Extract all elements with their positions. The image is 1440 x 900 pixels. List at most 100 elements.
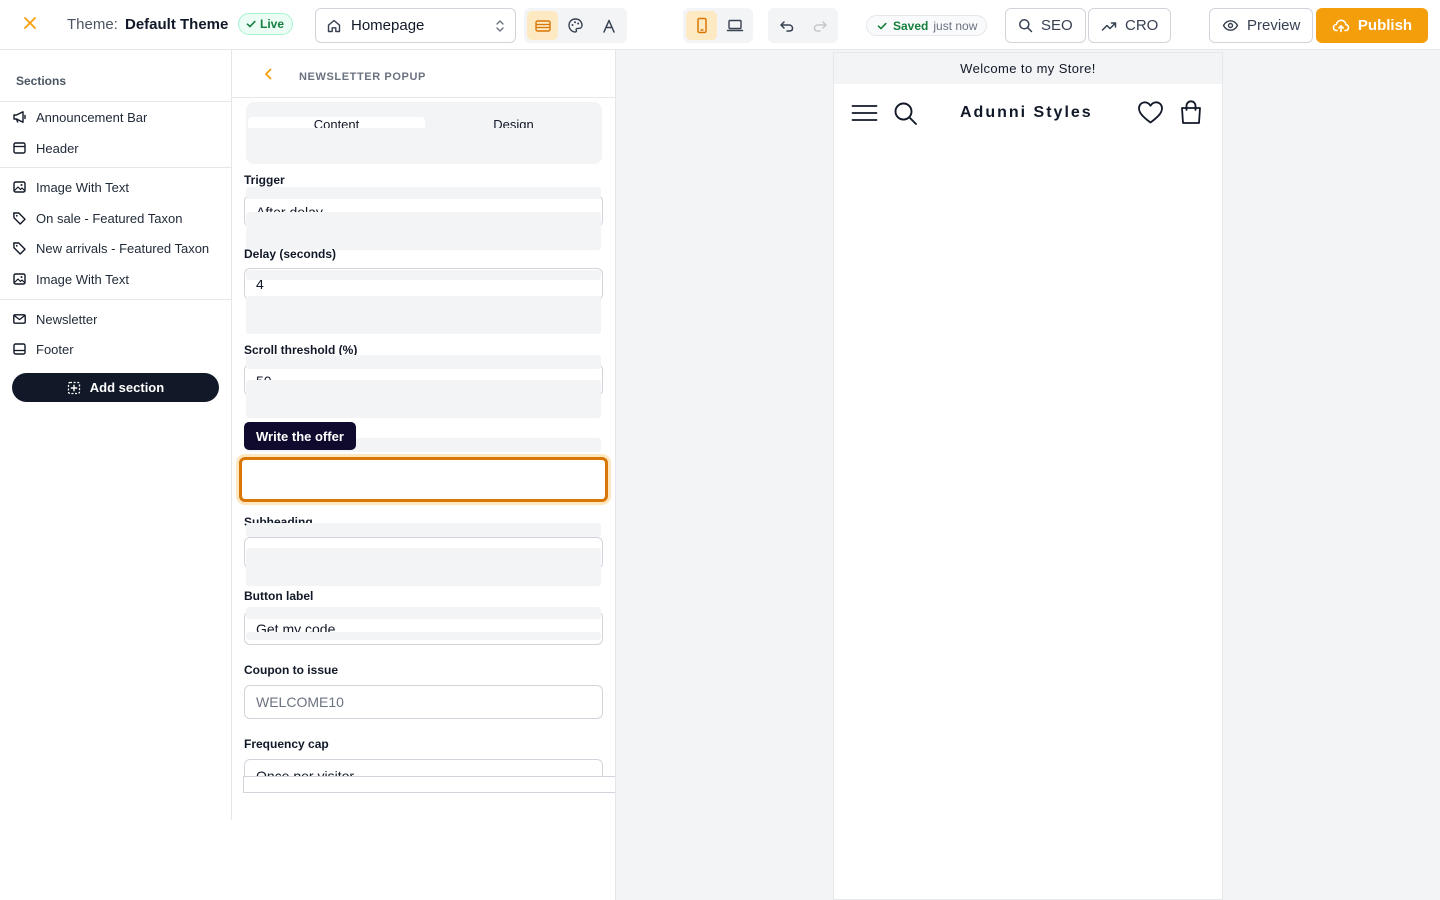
search-icon[interactable] — [893, 101, 918, 131]
sidebar-item-label: On sale - Featured Taxon — [36, 210, 183, 226]
sidebar-item-new-arrivals-featured-taxon[interactable]: New arrivals - Featured Taxon — [12, 235, 222, 261]
sidebar-item-label: Newsletter — [36, 311, 98, 327]
saved-timestamp: just now — [933, 18, 978, 33]
layout-footer-icon — [13, 343, 26, 355]
styles-mode-button[interactable] — [560, 11, 591, 40]
heading-input[interactable] — [239, 457, 608, 502]
check-icon — [877, 22, 887, 29]
loading-skeleton — [246, 296, 601, 334]
megaphone-icon — [13, 111, 26, 123]
sidebar-item-on-sale-featured-taxon[interactable]: On sale - Featured Taxon — [12, 205, 222, 231]
loading-skeleton — [246, 380, 601, 418]
palette-icon — [568, 18, 583, 33]
coupon-label: Coupon to issue — [244, 663, 338, 677]
frequency-cap-select[interactable]: Once per visitor — [244, 759, 603, 777]
publish-button-label: Publish — [1357, 17, 1413, 34]
loading-skeleton — [246, 187, 601, 199]
close-editor-button[interactable] — [18, 12, 42, 36]
cro-button-label: CRO — [1125, 17, 1159, 34]
button-label-label: Button label — [244, 589, 314, 603]
live-status-badge: Live — [238, 13, 294, 35]
seo-button-label: SEO — [1041, 17, 1073, 34]
delay-label: Delay (seconds) — [244, 247, 337, 261]
sidebar-item-label: Header — [36, 140, 79, 156]
frequency-cap-label: Frequency cap — [244, 737, 329, 751]
trigger-label: Trigger — [244, 173, 285, 187]
undo-icon — [779, 20, 793, 32]
add-section-button[interactable]: Add section — [12, 373, 219, 402]
editor-mode-toolbar — [524, 8, 627, 43]
heading-tooltip: Write the offer — [244, 422, 356, 450]
heart-icon[interactable] — [1137, 100, 1164, 130]
sections-title: Sections — [16, 74, 67, 88]
sidebar-item-label: Footer — [36, 341, 74, 357]
theme-name: Default Theme — [125, 16, 229, 33]
sidebar-item-header[interactable]: Header — [12, 135, 222, 161]
loading-skeleton — [246, 607, 601, 619]
panel-tabs: Content Design — [246, 102, 602, 164]
device-toolbar — [683, 8, 753, 43]
mail-icon — [13, 314, 26, 324]
add-section-label: Add section — [89, 380, 165, 395]
sidebar-item-label: Announcement Bar — [36, 109, 148, 125]
sidebar-item-label: New arrivals - Featured Taxon — [36, 240, 210, 256]
store-name[interactable]: Adunni Styles — [960, 104, 1093, 122]
menu-icon[interactable] — [851, 102, 878, 129]
panel-title: NEWSLETTER POPUP — [299, 71, 426, 83]
mobile-icon — [696, 17, 707, 34]
image-icon — [13, 273, 26, 285]
loading-skeleton — [246, 128, 602, 164]
announcement-bar[interactable]: Welcome to my Store! — [834, 53, 1222, 84]
check-icon — [246, 20, 256, 28]
redo-button[interactable] — [804, 11, 835, 40]
sidebar-item-newsletter[interactable]: Newsletter — [12, 306, 222, 332]
tag-icon — [13, 242, 26, 255]
sidebar-item-announcement-bar[interactable]: Announcement Bar — [12, 104, 222, 130]
sections-sidebar — [0, 50, 232, 820]
home-icon — [327, 19, 341, 32]
sections-mode-button[interactable] — [527, 11, 558, 40]
mobile-preview-frame — [833, 52, 1223, 900]
page-select[interactable]: Homepage — [315, 8, 516, 43]
typography-icon — [602, 19, 615, 33]
panel-footer-bar — [243, 776, 615, 793]
laptop-icon — [726, 19, 743, 32]
tag-icon — [13, 212, 26, 225]
sidebar-item-label: Image With Text — [36, 271, 129, 287]
live-badge-label: Live — [260, 17, 285, 31]
sidebar-item-label: Image With Text — [36, 179, 129, 195]
preview-button[interactable]: Preview — [1209, 8, 1314, 43]
desktop-view-button[interactable] — [719, 11, 750, 40]
publish-button[interactable]: Publish — [1316, 8, 1428, 43]
redo-icon — [813, 20, 827, 32]
image-icon — [13, 181, 26, 193]
sidebar-divider — [0, 167, 231, 168]
sidebar-item-image-with-text[interactable]: Image With Text — [12, 174, 222, 200]
theme-label: Theme: — [67, 16, 118, 33]
sidebar-item-footer[interactable]: Footer — [12, 336, 222, 362]
close-icon — [24, 17, 36, 29]
saved-label: Saved — [893, 18, 929, 33]
shopping-bag-icon[interactable] — [1178, 99, 1204, 130]
layout-icon — [534, 19, 551, 32]
cro-button[interactable]: CRO — [1088, 8, 1172, 43]
coupon-input[interactable]: WELCOME10 — [244, 685, 603, 719]
eye-icon — [1222, 20, 1239, 31]
cloud-upload-icon — [1332, 19, 1350, 33]
history-toolbar — [768, 8, 838, 43]
back-button[interactable] — [262, 67, 274, 84]
seo-button[interactable]: SEO — [1005, 8, 1086, 43]
chevron-up-down-icon — [496, 19, 504, 32]
preview-button-label: Preview — [1247, 17, 1301, 34]
loading-skeleton — [246, 523, 601, 537]
typography-mode-button[interactable] — [593, 11, 624, 40]
loading-skeleton — [246, 270, 601, 280]
sidebar-divider — [0, 299, 231, 300]
loading-skeleton — [246, 632, 601, 640]
undo-button[interactable] — [771, 11, 802, 40]
loading-skeleton — [246, 355, 601, 369]
mobile-view-button[interactable] — [686, 11, 717, 40]
chevron-left-icon — [265, 68, 272, 80]
loading-skeleton — [246, 548, 601, 586]
sidebar-item-image-with-text-2[interactable]: Image With Text — [12, 266, 222, 292]
